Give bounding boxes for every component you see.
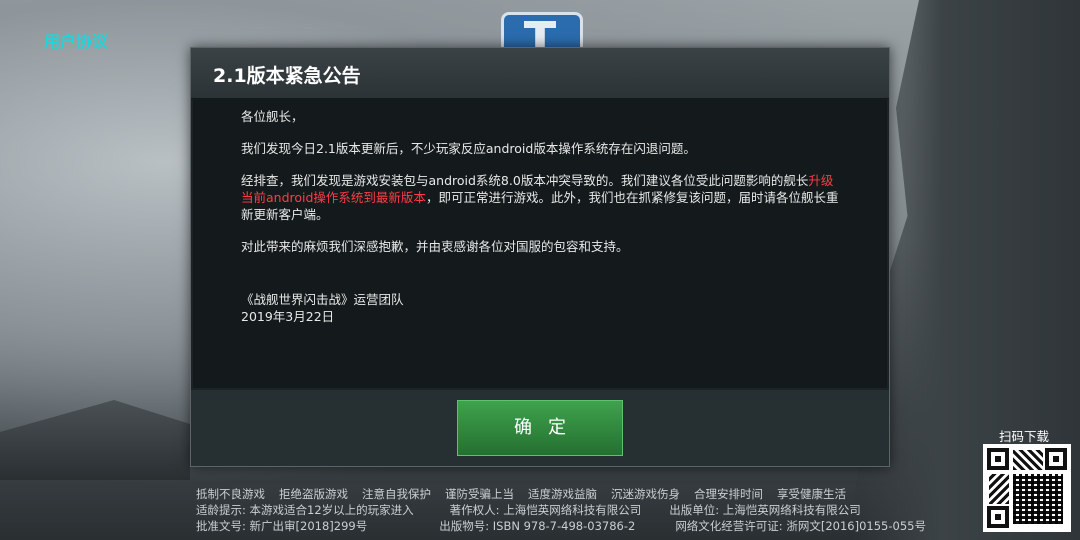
announcement-dialog: 2.1版本紧急公告 各位舰长， 我们发现今日2.1版本更新后，不少玩家反应and… bbox=[190, 47, 890, 467]
dialog-content[interactable]: 各位舰长， 我们发现今日2.1版本更新后，不少玩家反应android版本操作系统… bbox=[193, 98, 887, 388]
notice-item: 网络文化经营许可证: 浙网文[2016]0155-055号 bbox=[675, 519, 926, 533]
qr-pattern bbox=[989, 474, 1009, 504]
user-agreement-link[interactable]: 用户协议 bbox=[44, 28, 108, 52]
notice-item: 拒绝盗版游戏 bbox=[279, 487, 348, 501]
dialog-title: 2.1版本紧急公告 bbox=[213, 65, 361, 87]
notice-item: 沉迷游戏伤身 bbox=[611, 487, 680, 501]
dialog-header: 2.1版本紧急公告 bbox=[191, 48, 889, 99]
paragraph-2-start: 经排查，我们发现是游戏安装包与android系统8.0版本冲突导致的。我们建议各… bbox=[241, 173, 809, 188]
notice-item: 批准文号: 新广出审[2018]299号 bbox=[196, 519, 368, 533]
notice-item: 合理安排时间 bbox=[694, 487, 763, 501]
dialog-footer: 确定 bbox=[191, 390, 889, 466]
notice-item: 适度游戏益脑 bbox=[528, 487, 597, 501]
signature-date: 2019年3月22日 bbox=[241, 309, 335, 324]
qr-pattern bbox=[1013, 474, 1063, 524]
salutation: 各位舰长， bbox=[241, 109, 304, 124]
signature-team: 《战舰世界闪击战》运营团队 bbox=[241, 292, 404, 307]
announcement-text: 各位舰长， 我们发现今日2.1版本更新后，不少玩家反应android版本操作系统… bbox=[241, 108, 841, 325]
notice-item: 出版单位: 上海恺英网络科技有限公司 bbox=[669, 503, 861, 517]
qr-finder bbox=[1045, 448, 1067, 470]
notice-line-1: 抵制不良游戏 拒绝盗版游戏 注意自我保护 谨防受骗上当 适度游戏益脑 沉迷游戏伤身 合理安排… bbox=[196, 486, 940, 502]
paragraph-2: 经排查，我们发现是游戏安装包与android系统8.0版本冲突导致的。我们建议各… bbox=[241, 172, 841, 223]
qr-finder bbox=[987, 448, 1009, 470]
notice-line-3: 批准文号: 新广出审[2018]299号 出版物号: ISBN 978-7-498… bbox=[196, 518, 940, 534]
notice-item: 注意自我保护 bbox=[362, 487, 431, 501]
notice-item: 适龄提示: 本游戏适合12岁以上的玩家进入 bbox=[196, 503, 414, 517]
notice-line-2: 适龄提示: 本游戏适合12岁以上的玩家进入 著作权人: 上海恺英网络科技有限公司 出… bbox=[196, 502, 940, 518]
paragraph-1: 我们发现今日2.1版本更新后，不少玩家反应android版本操作系统存在闪退问题… bbox=[241, 141, 696, 156]
confirm-button[interactable]: 确定 bbox=[457, 400, 623, 456]
notice-item: 谨防受骗上当 bbox=[445, 487, 514, 501]
qr-code bbox=[983, 444, 1071, 532]
qr-download-label: 扫码下载 bbox=[999, 429, 1050, 444]
health-notice: 抵制不良游戏 拒绝盗版游戏 注意自我保护 谨防受骗上当 适度游戏益脑 沉迷游戏伤身 合理安排… bbox=[196, 486, 940, 534]
notice-item: 抵制不良游戏 bbox=[196, 487, 265, 501]
qr-finder bbox=[987, 506, 1009, 528]
notice-item: 著作权人: 上海恺英网络科技有限公司 bbox=[449, 503, 642, 517]
notice-item: 出版物号: ISBN 978-7-498-03786-2 bbox=[439, 519, 636, 533]
notice-item: 享受健康生活 bbox=[777, 487, 846, 501]
qr-pattern bbox=[1013, 450, 1043, 470]
paragraph-3: 对此带来的麻烦我们深感抱歉，并由衷感谢各位对国服的包容和支持。 bbox=[241, 239, 629, 254]
